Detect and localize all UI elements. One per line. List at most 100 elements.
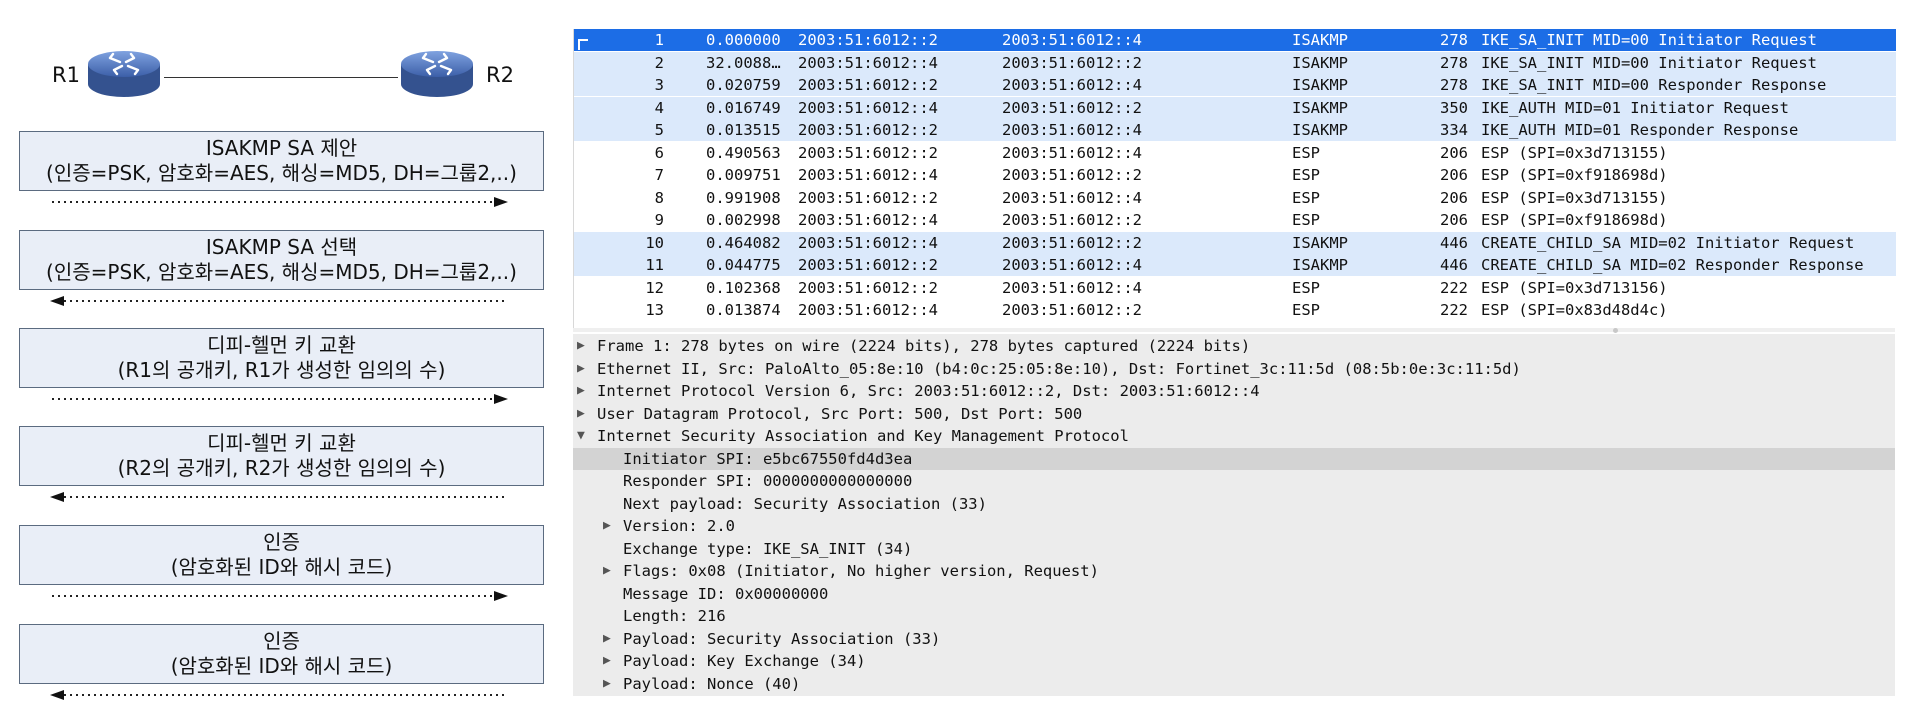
packet-info: ESP (SPI=0x3d713156) <box>1481 278 1668 297</box>
selection-bracket-icon <box>578 39 588 50</box>
detail-text: Payload: Key Exchange (34) <box>623 652 866 670</box>
packet-protocol: ESP <box>1292 188 1320 207</box>
packet-length: 206 <box>1440 188 1468 207</box>
detail-row[interactable]: Exchange type: IKE_SA_INIT (34) <box>573 538 1895 560</box>
packet-info: CREATE_CHILD_SA MID=02 Initiator Request <box>1481 233 1855 252</box>
packet-number: 9 <box>654 211 664 229</box>
detail-row[interactable]: Next payload: Security Association (33) <box>573 493 1895 515</box>
step-box: 인증 (암호화된 ID와 해시 코드) <box>19 525 544 585</box>
packet-row[interactable]: 4 0.016749 2003:51:6012::4 2003:51:6012::2 I… <box>574 96 1896 119</box>
detail-row[interactable]: ▶ Internet Protocol Version 6, Src: 2003:… <box>573 380 1895 402</box>
packet-number: 3 <box>654 76 664 94</box>
detail-row[interactable]: ▶ Payload: Security Association (33) <box>573 628 1895 650</box>
detail-row[interactable]: Initiator SPI: e5bc67550fd4d3ea <box>573 447 1895 470</box>
triangle-right-icon[interactable]: ▶ <box>577 403 585 425</box>
packet-row[interactable]: 12 0.102368 2003:51:6012::2 2003:51:6012::4… <box>574 277 1896 299</box>
step-box: ISAKMP SA 제안 (인증=PSK, 암호화=AES, 해싱=MD5, DH… <box>19 131 544 191</box>
packet-source: 2003:51:6012::2 <box>798 31 938 49</box>
detail-row[interactable]: Responder SPI: 0000000000000000 <box>573 470 1895 492</box>
packet-time: 32.0088… <box>706 53 781 72</box>
packet-source: 2003:51:6012::4 <box>798 301 938 319</box>
detail-row[interactable]: ▶ User Datagram Protocol, Src Port: 500, … <box>573 403 1895 425</box>
packet-info: IKE_SA_INIT MID=00 Responder Response <box>1481 76 1827 94</box>
detail-row[interactable]: ▶ Ethernet II, Src: PaloAlto_05:8e:10 (b4… <box>573 358 1895 380</box>
pane-splitter[interactable] <box>573 328 1895 333</box>
packet-protocol: ISAKMP <box>1292 98 1348 117</box>
packet-length: 206 <box>1440 166 1468 184</box>
triangle-right-icon[interactable]: ▶ <box>577 358 585 380</box>
detail-text: Internet Protocol Version 6, Src: 2003:5… <box>597 382 1260 400</box>
packet-number: 7 <box>654 166 664 184</box>
packet-number: 2 <box>654 53 664 72</box>
triangle-right-icon[interactable]: ▶ <box>577 335 585 357</box>
detail-row[interactable]: ▶ Version: 2.0 <box>573 515 1895 537</box>
packet-number: 1 <box>654 31 664 49</box>
packet-row[interactable]: 3 0.020759 2003:51:6012::2 2003:51:6012::4 I… <box>574 74 1896 96</box>
step-title: 인증 <box>263 530 300 554</box>
packet-info: IKE_SA_INIT MID=00 Initiator Request <box>1481 31 1817 49</box>
detail-row[interactable]: ▶ Payload: Nonce (40) <box>573 673 1895 695</box>
packet-row[interactable]: 13 0.013874 2003:51:6012::4 2003:51:6012::2… <box>574 299 1896 321</box>
detail-text: Frame 1: 278 bytes on wire (2224 bits), … <box>597 337 1251 355</box>
packet-number: 4 <box>654 98 664 117</box>
packet-row[interactable]: 2 32.0088… 2003:51:6012::4 2003:51:6012::2 I… <box>574 51 1896 74</box>
ike-exchange-diagram: R1 R2 ISAKMP SA 제안 (인증=PSK, 암호화=AES, 해싱=M… <box>0 0 560 714</box>
router-icon <box>401 51 473 97</box>
packet-capture-view: 1 0.000000 2003:51:6012::2 2003:51:6012::4 I… <box>573 29 1896 696</box>
triangle-down-icon[interactable]: ▼ <box>577 425 585 447</box>
packet-time: 0.464082 <box>706 233 781 252</box>
packet-time: 0.020759 <box>706 76 781 94</box>
packet-row[interactable]: 11 0.044775 2003:51:6012::2 2003:51:6012::4… <box>574 254 1896 276</box>
detail-row[interactable]: ▶ Payload: Key Exchange (34) <box>573 650 1895 672</box>
packet-row[interactable]: 7 0.009751 2003:51:6012::4 2003:51:6012::2 E… <box>574 164 1896 186</box>
packet-protocol: ISAKMP <box>1292 53 1348 72</box>
step-title: 디피-헬먼 키 교환 <box>207 333 356 357</box>
packet-row[interactable]: 9 0.002998 2003:51:6012::4 2003:51:6012::2 E… <box>574 209 1896 231</box>
step-detail: (인증=PSK, 암호화=AES, 해싱=MD5, DH=그룹2,..) <box>46 161 517 185</box>
packet-length: 446 <box>1440 233 1468 252</box>
step-detail: (R1의 공개키, R1가 생성한 임의의 수) <box>117 358 446 382</box>
packet-length: 334 <box>1440 121 1468 139</box>
packet-source: 2003:51:6012::2 <box>798 188 938 207</box>
packet-row[interactable]: 8 0.991908 2003:51:6012::2 2003:51:6012::4 E… <box>574 187 1896 209</box>
splitter-handle[interactable] <box>1613 328 1618 333</box>
packet-list[interactable]: 1 0.000000 2003:51:6012::2 2003:51:6012::4 I… <box>573 29 1896 328</box>
triangle-right-icon[interactable]: ▶ <box>603 560 611 582</box>
packet-time: 0.013515 <box>706 121 781 139</box>
detail-row[interactable]: ▶ Frame 1: 278 bytes on wire (2224 bits),… <box>573 335 1895 357</box>
packet-source: 2003:51:6012::2 <box>798 76 938 94</box>
arrow-right-icon <box>52 591 508 601</box>
step-detail: (암호화된 ID와 해시 코드) <box>170 555 393 579</box>
packet-row[interactable]: 5 0.013515 2003:51:6012::2 2003:51:6012::4 I… <box>574 119 1896 141</box>
packet-number: 12 <box>645 278 664 297</box>
packet-info: ESP (SPI=0x83d48d4c) <box>1481 301 1668 319</box>
packet-destination: 2003:51:6012::4 <box>1002 121 1142 139</box>
packet-destination: 2003:51:6012::2 <box>1002 211 1142 229</box>
triangle-right-icon[interactable]: ▶ <box>577 380 585 402</box>
detail-text: Exchange type: IKE_SA_INIT (34) <box>623 539 913 558</box>
detail-row[interactable]: Message ID: 0x00000000 <box>573 583 1895 605</box>
packet-time: 0.016749 <box>706 98 781 117</box>
packet-row[interactable]: 10 0.464082 2003:51:6012::4 2003:51:6012::2… <box>574 231 1896 254</box>
packet-row[interactable]: 1 0.000000 2003:51:6012::2 2003:51:6012::4 I… <box>574 29 1896 51</box>
triangle-right-icon[interactable]: ▶ <box>603 628 611 650</box>
step-box: ISAKMP SA 선택 (인증=PSK, 암호화=AES, 해싱=MD5, DH… <box>19 230 544 290</box>
packet-details-tree[interactable]: ▶ Frame 1: 278 bytes on wire (2224 bits),… <box>573 334 1895 696</box>
triangle-right-icon[interactable]: ▶ <box>603 515 611 537</box>
detail-row[interactable]: ▼ Internet Security Association and Key M… <box>573 425 1895 447</box>
packet-info: IKE_SA_INIT MID=00 Initiator Request <box>1481 53 1817 72</box>
packet-source: 2003:51:6012::2 <box>798 256 938 274</box>
triangle-right-icon[interactable]: ▶ <box>603 650 611 672</box>
detail-text: Responder SPI: 0000000000000000 <box>623 472 913 490</box>
router-r2-label: R2 <box>486 63 514 87</box>
packet-row[interactable]: 6 0.490563 2003:51:6012::2 2003:51:6012::4 E… <box>574 142 1896 164</box>
detail-text: Length: 216 <box>623 607 726 625</box>
detail-row[interactable]: ▶ Flags: 0x08 (Initiator, No higher versi… <box>573 560 1895 582</box>
packet-protocol: ISAKMP <box>1292 233 1348 252</box>
step-box: 인증 (암호화된 ID와 해시 코드) <box>19 624 544 684</box>
packet-destination: 2003:51:6012::2 <box>1002 166 1142 184</box>
arrow-left-icon <box>50 492 506 502</box>
triangle-right-icon[interactable]: ▶ <box>603 673 611 695</box>
detail-row[interactable]: Length: 216 <box>573 605 1895 627</box>
detail-text: Initiator SPI: e5bc67550fd4d3ea <box>623 449 913 468</box>
